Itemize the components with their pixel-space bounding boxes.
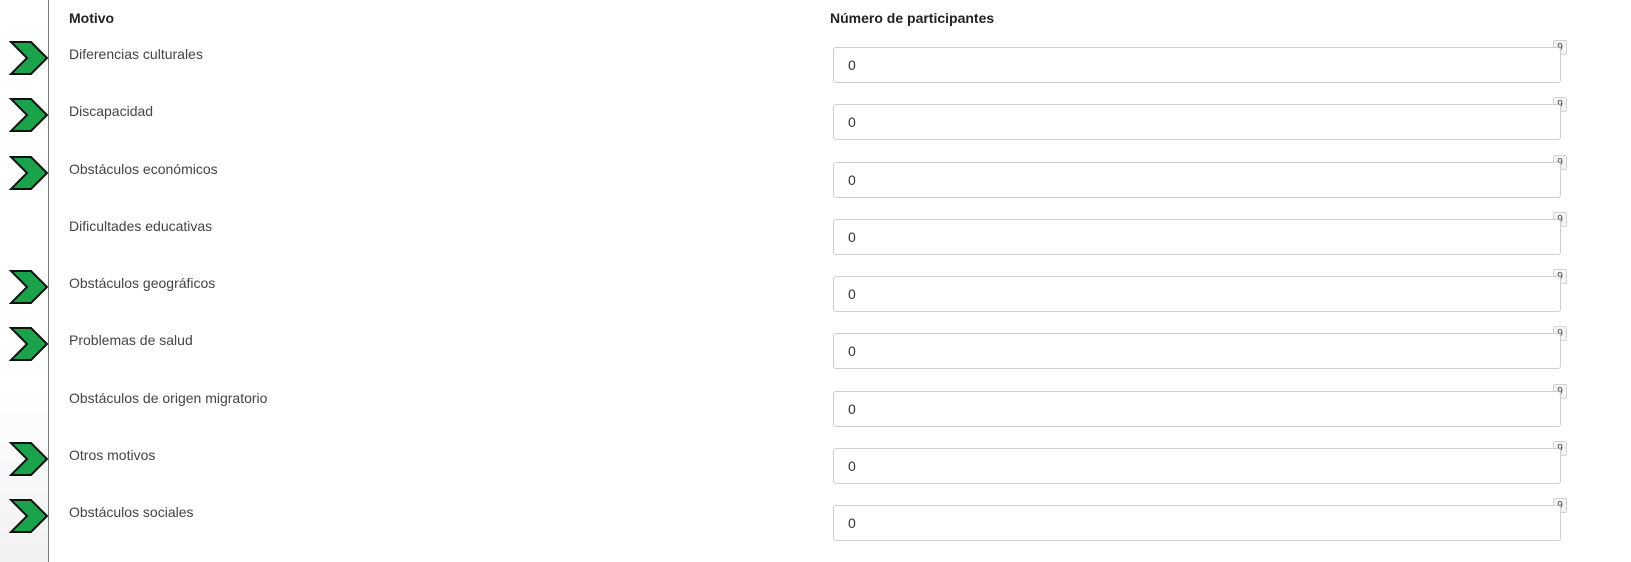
participants-field xyxy=(833,447,1561,484)
participants-field xyxy=(833,390,1561,427)
motivo-row: Dificultades educativas9 xyxy=(0,211,1631,269)
participants-input[interactable] xyxy=(834,506,1560,540)
chevron-right-arrow-icon xyxy=(9,441,49,476)
motivo-label: Diferencias culturales xyxy=(69,46,203,62)
motivo-row: Obstáculos geográficos9 xyxy=(0,269,1631,326)
participants-input[interactable] xyxy=(834,448,1560,483)
motivo-label: Dificultades educativas xyxy=(69,217,213,234)
chevron-right-arrow-icon xyxy=(9,270,49,304)
participants-input[interactable] xyxy=(834,277,1560,311)
motivo-row: Obstáculos económicos9 xyxy=(0,154,1631,212)
motivo-label: Obstáculos de origen migratorio xyxy=(69,389,268,406)
motivo-label: Otros motivos xyxy=(69,446,156,463)
participants-input[interactable] xyxy=(834,105,1560,140)
participants-field xyxy=(833,333,1561,370)
participants-field xyxy=(833,104,1561,141)
motivo-row: Otros motivos9 xyxy=(0,440,1631,498)
participants-input[interactable] xyxy=(834,48,1560,82)
chevron-right-arrow-icon xyxy=(9,98,49,133)
motivo-label: Discapacidad xyxy=(69,103,154,120)
motivo-label: Obstáculos geográficos xyxy=(69,275,216,291)
column-header-participantes: Número de participantes xyxy=(830,10,995,26)
motivo-label: Obstáculos económicos xyxy=(69,160,218,177)
participants-field xyxy=(833,505,1561,541)
column-header-motivo: Motivo xyxy=(69,10,115,26)
participants-input[interactable] xyxy=(834,162,1560,197)
participants-field xyxy=(833,47,1561,83)
participants-field xyxy=(833,218,1561,255)
motivo-label: Obstáculos sociales xyxy=(69,504,194,520)
participants-input[interactable] xyxy=(834,219,1560,254)
participants-field xyxy=(833,161,1561,198)
chevron-right-arrow-icon xyxy=(9,155,49,190)
motivo-row: Discapacidad9 xyxy=(0,97,1631,154)
motivo-row: Diferencias culturales9 xyxy=(0,40,1631,97)
chevron-right-arrow-icon xyxy=(9,327,49,362)
motivo-label: Problemas de salud xyxy=(69,332,193,349)
motivo-row: Obstáculos sociales9 xyxy=(0,498,1631,555)
participants-field xyxy=(833,276,1561,312)
chevron-right-arrow-icon xyxy=(9,499,49,533)
chevron-right-arrow-icon xyxy=(9,41,49,75)
motivo-row: Obstáculos de origen migratorio9 xyxy=(0,383,1631,441)
participants-input[interactable] xyxy=(834,391,1560,426)
motivo-row: Problemas de salud9 xyxy=(0,326,1631,383)
participants-input[interactable] xyxy=(834,334,1560,369)
